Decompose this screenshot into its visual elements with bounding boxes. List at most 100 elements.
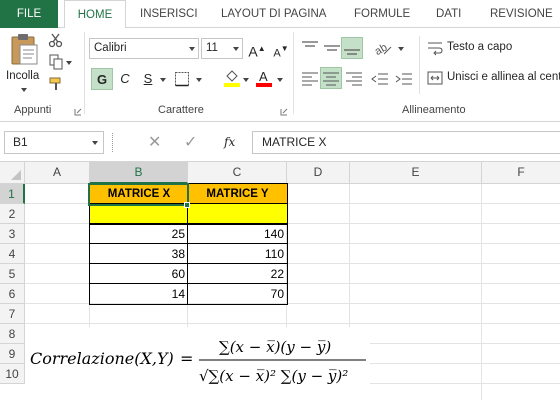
cell-b2[interactable] (90, 204, 188, 224)
paste-label: Incolla (6, 70, 40, 82)
column-header-e[interactable]: E (350, 162, 482, 184)
cell-c4[interactable]: 110 (188, 244, 287, 264)
underline-button[interactable]: S (137, 68, 159, 90)
borders-icon[interactable] (174, 71, 190, 87)
align-top-icon[interactable] (300, 38, 320, 58)
formula-input-value: MATRICE X (262, 135, 327, 149)
formula-numerator: ∑(x − x̅)(y − y̅) (219, 338, 331, 356)
ribbon-tabs: FILE HOME INSERISCI LAYOUT DI PAGINA FOR… (0, 0, 560, 29)
row-header-2[interactable]: 2 (0, 204, 25, 224)
chevron-down-icon[interactable] (66, 61, 72, 65)
name-box[interactable]: B1 (4, 131, 104, 154)
increase-indent-icon[interactable] (394, 68, 414, 88)
align-middle-icon[interactable] (322, 38, 342, 58)
column-header-d[interactable]: D (287, 162, 350, 184)
svg-text:ab: ab (373, 41, 390, 58)
italic-button[interactable]: C (114, 68, 136, 90)
align-center-icon (323, 72, 339, 86)
cell-b6[interactable]: 14 (90, 284, 188, 304)
copy-icon[interactable] (48, 54, 64, 70)
fill-color-icon[interactable] (223, 68, 241, 88)
orientation-icon[interactable]: ab (372, 38, 394, 58)
group-separator (419, 36, 420, 94)
cell-c5[interactable]: 22 (188, 264, 287, 284)
tab-review[interactable]: REVISIONE (490, 0, 553, 28)
row-header-6[interactable]: 6 (0, 284, 25, 304)
wrap-text-icon (428, 42, 443, 56)
tab-page-layout[interactable]: LAYOUT DI PAGINA (221, 0, 326, 28)
paste-button[interactable]: Incolla (4, 32, 44, 94)
chevron-down-icon[interactable] (160, 78, 166, 82)
font-name-value: Calibri (94, 42, 127, 54)
bold-button[interactable]: G (91, 68, 113, 90)
merge-center-button[interactable]: Unisci e allinea al centro (425, 68, 560, 90)
cell-c6[interactable]: 70 (188, 284, 287, 304)
cell-b4[interactable]: 38 (90, 244, 188, 264)
cancel-icon[interactable]: ✕ (148, 131, 161, 154)
tab-insert[interactable]: INSERISCI (140, 0, 198, 28)
merge-center-label: Unisci e allinea al centro (447, 71, 560, 83)
gridline (25, 323, 560, 324)
wrap-text-button[interactable]: Testo a capo (425, 38, 560, 60)
wrap-text-label: Testo a capo (447, 41, 513, 53)
column-header-b[interactable]: B (90, 162, 188, 184)
column-header-a[interactable]: A (25, 162, 90, 184)
tab-file[interactable]: FILE (0, 0, 58, 28)
cell-c1[interactable]: MATRICE Y (188, 184, 287, 204)
select-all-button[interactable] (0, 162, 25, 184)
italic-label: C (120, 71, 130, 86)
insert-function-button[interactable]: fx (224, 131, 235, 154)
font-name-select[interactable]: Calibri (89, 38, 199, 59)
row-header-5[interactable]: 5 (0, 264, 25, 284)
row-header-1[interactable]: 1 (0, 184, 25, 204)
row-header-7[interactable]: 7 (0, 304, 25, 324)
formula-bar-grip[interactable] (112, 133, 114, 152)
ribbon: Incolla Appunti Calibri 11 A▲ A▼ G C S A… (0, 28, 560, 122)
row-header-3[interactable]: 3 (0, 224, 25, 244)
format-painter-icon[interactable] (48, 76, 64, 92)
bold-label: G (96, 72, 108, 87)
alignment-group-label: Allineamento (402, 104, 466, 116)
grow-font-label: A (248, 43, 258, 60)
clipboard-icon (11, 34, 38, 65)
tab-formulas[interactable]: FORMULE (354, 0, 410, 28)
font-size-value: 11 (206, 42, 218, 54)
shrink-font-button[interactable]: A▼ (270, 38, 292, 60)
cell-b5[interactable]: 60 (90, 264, 188, 284)
formula-lhs: Correlazione(X,Y) (30, 349, 174, 368)
group-separator (84, 32, 85, 114)
chevron-down-icon[interactable] (277, 78, 283, 82)
chevron-down-icon (189, 47, 195, 51)
tab-data[interactable]: DATI (436, 0, 461, 28)
cut-icon[interactable] (48, 32, 64, 48)
column-header-c[interactable]: C (188, 162, 287, 184)
chevron-down-icon[interactable] (398, 47, 404, 51)
column-header-f[interactable]: F (482, 162, 560, 184)
cell-c2[interactable] (188, 204, 287, 224)
align-right-icon[interactable] (344, 68, 364, 88)
font-size-select[interactable]: 11 (201, 38, 243, 59)
cell-b1[interactable]: MATRICE X (90, 184, 188, 204)
align-bottom-button[interactable] (341, 37, 363, 59)
grow-font-button[interactable]: A▲ (246, 38, 268, 60)
row-header-4[interactable]: 4 (0, 244, 25, 264)
cell-c3[interactable]: 140 (188, 224, 287, 244)
font-color-icon[interactable]: A (255, 68, 273, 88)
shrink-font-label: A (273, 47, 281, 60)
align-left-icon[interactable] (300, 68, 320, 88)
fill-handle[interactable] (184, 202, 190, 208)
chevron-down-icon[interactable] (196, 78, 202, 82)
chevron-down-icon[interactable] (243, 78, 249, 82)
cell-b3[interactable]: 25 (90, 224, 188, 244)
dialog-launcher-icon[interactable] (74, 108, 82, 116)
align-center-button[interactable] (320, 67, 342, 89)
clipboard-group-label: Appunti (14, 104, 52, 116)
font-group-label: Carattere (158, 104, 204, 116)
tab-home[interactable]: HOME (64, 0, 126, 29)
formula-equals: = (180, 349, 193, 368)
align-bottom-icon (344, 49, 360, 55)
dialog-launcher-icon[interactable] (280, 108, 288, 116)
decrease-indent-icon[interactable] (370, 68, 390, 88)
formula-input[interactable]: MATRICE X (252, 131, 560, 154)
enter-icon[interactable]: ✓ (184, 131, 197, 154)
